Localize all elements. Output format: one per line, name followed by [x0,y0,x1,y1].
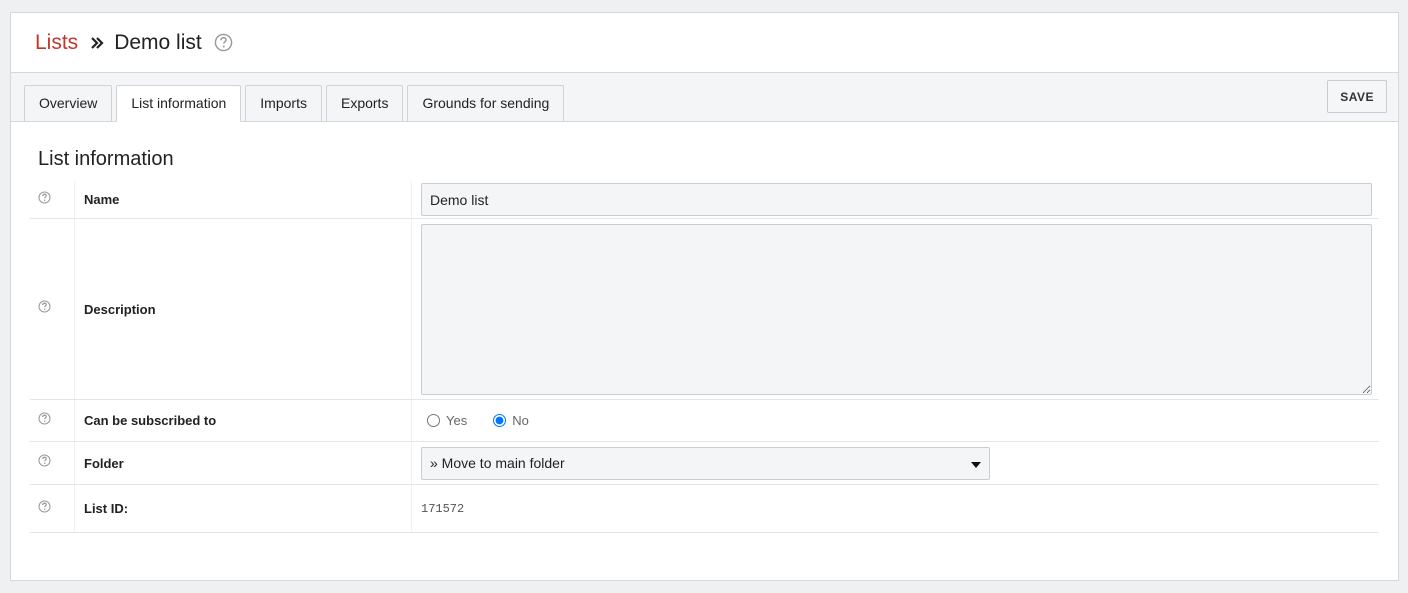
question-circle-icon[interactable] [38,190,51,209]
folder-label: Folder [75,442,412,484]
caret-down-icon [971,455,981,471]
main-panel: Lists Demo list Overview List informatio… [10,12,1399,581]
page-header: Lists Demo list [11,13,1398,73]
tab-list-information[interactable]: List information [116,85,242,122]
tab-grounds-for-sending[interactable]: Grounds for sending [407,85,565,122]
form-row-folder: Folder » Move to main folder [30,442,1379,485]
form-row-name: Name [30,181,1379,219]
folder-value-cell: » Move to main folder [412,443,1379,484]
question-circle-icon[interactable] [214,33,233,52]
question-circle-icon[interactable] [38,411,51,430]
list-id-label: List ID: [75,485,412,532]
description-value-cell [412,220,1379,399]
radio-option-yes[interactable]: Yes [427,413,467,428]
subscribable-value-cell: Yes No [412,400,1379,441]
form-row-description: Description [30,219,1379,400]
radio-option-no[interactable]: No [493,413,529,428]
subscribable-label: Can be subscribed to [75,400,412,441]
form-row-subscribable: Can be subscribed to Yes No [30,400,1379,442]
page-title: Demo list [114,30,202,54]
help-icon-cell [30,219,75,399]
save-button[interactable]: SAVE [1327,80,1387,113]
help-icon-cell [30,400,75,441]
question-circle-icon[interactable] [38,300,51,318]
double-chevron-right-icon [90,36,104,50]
help-icon-cell [30,442,75,484]
content-area: List information Name Demo list Descript… [11,122,1398,533]
name-label: Name [75,181,412,218]
section-title: List information [38,148,174,170]
tab-bar: Overview List information Imports Export… [11,73,1398,122]
tab-overview[interactable]: Overview [24,85,113,122]
description-label: Description [75,219,412,399]
tabs: Overview List information Imports Export… [24,85,568,122]
radio-yes[interactable] [427,414,440,427]
radio-no[interactable] [493,414,507,427]
breadcrumb-lists-link[interactable]: Lists [35,31,78,55]
list-id-value-cell: 171572 [412,487,1379,531]
description-textarea[interactable] [421,223,1372,395]
subscribable-radio-group: Yes No [421,404,1372,437]
folder-select-value: » Move to main folder [430,455,565,471]
name-value-cell [412,179,1379,220]
folder-select[interactable]: » Move to main folder [421,446,990,480]
form-row-list-id: List ID: 171572 [30,485,1379,533]
help-icon-cell [30,181,75,218]
radio-no-label: No [512,413,529,428]
tab-exports[interactable]: Exports [325,85,404,122]
question-circle-icon[interactable] [38,454,51,472]
radio-yes-label: Yes [446,413,468,428]
help-icon-cell [30,485,75,532]
question-circle-icon[interactable] [38,499,51,518]
list-id-value: 171572 [421,501,465,516]
tab-imports[interactable]: Imports [245,85,322,122]
name-input[interactable] [421,183,1372,216]
